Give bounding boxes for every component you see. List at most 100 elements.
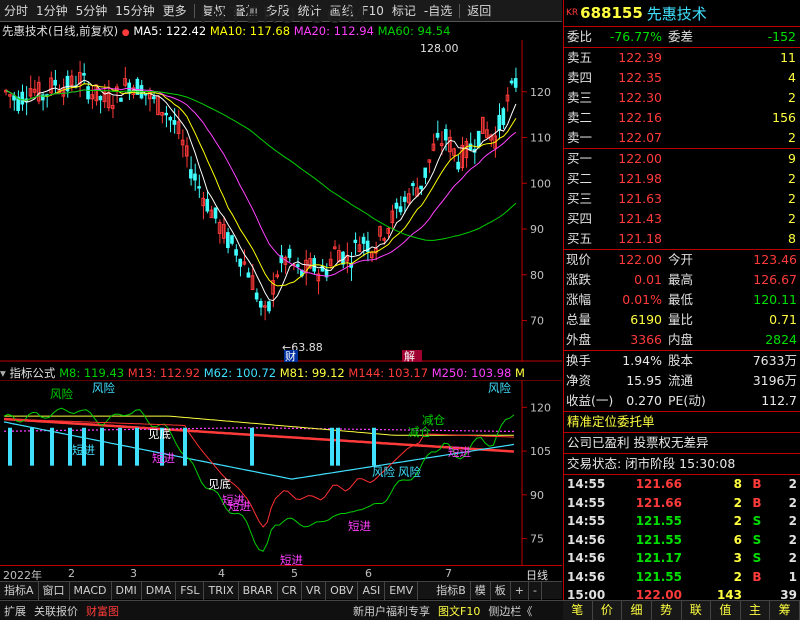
status-right-0[interactable]: 新用户福利专享 xyxy=(349,603,434,619)
stat-key: 总量 xyxy=(566,312,592,327)
bids-level[interactable]: 买四 121.43 2 xyxy=(564,209,800,229)
signal-label: 短进 xyxy=(72,443,95,457)
notice-row: 公司已盈利 投票权无差异 xyxy=(564,433,800,453)
candle-body xyxy=(476,130,481,147)
toolbar-button-11[interactable]: 标记 xyxy=(388,0,420,22)
indicator-tab-6[interactable]: TRIX xyxy=(204,582,239,600)
bids-level[interactable]: 买三 121.63 2 xyxy=(564,189,800,209)
promo-row[interactable]: 精准定位委托单 xyxy=(564,412,800,432)
asks-level[interactable]: 卖四 122.35 4 xyxy=(564,68,800,88)
candle-body xyxy=(353,239,358,243)
indicator-tab-15[interactable]: 板 xyxy=(491,582,511,600)
promo-link[interactable]: 精准定位委托单 xyxy=(567,412,655,432)
candle-body xyxy=(20,91,25,105)
asks-level[interactable]: 卖五 122.39 11 xyxy=(564,48,800,68)
indicator-tab-8[interactable]: CR xyxy=(278,582,302,600)
candle-body xyxy=(423,167,428,178)
indicator-tab-17[interactable]: - xyxy=(529,582,542,600)
status-left-0[interactable]: 扩展 xyxy=(0,603,30,619)
quote-tab-1[interactable]: 价 xyxy=(593,601,623,620)
toolbar-button-2[interactable]: 5分钟 xyxy=(72,0,112,22)
stat-key: 外盘 xyxy=(566,332,592,347)
indicator-tab-14[interactable]: 模 xyxy=(471,582,491,600)
quote-tab-0[interactable]: 笔 xyxy=(563,601,593,620)
main-kline-chart[interactable]: 708090100110120128.00←63.88财解 xyxy=(0,40,562,362)
tick-time: 14:56 xyxy=(567,551,606,565)
status-left-1[interactable]: 关联报价 xyxy=(30,603,82,619)
tick-count: 1 xyxy=(788,569,797,584)
candle-body xyxy=(402,196,407,202)
signal-bar xyxy=(135,427,139,466)
candle-body xyxy=(246,272,251,278)
ask-levels: 卖五 122.39 11 卖四 122.35 4 卖三 122.30 2 卖二 122.16 156 卖… xyxy=(564,48,800,148)
indicator-name[interactable]: 指标公式 xyxy=(9,366,55,380)
status-right-1[interactable]: 图文F10 xyxy=(434,603,484,619)
status-right-2[interactable]: 侧边栏《 xyxy=(484,603,536,619)
candle-body xyxy=(12,95,16,101)
indicator-tab-4[interactable]: DMA xyxy=(142,582,177,600)
indicator-tab-11[interactable]: ASI xyxy=(358,582,386,600)
fundamental-value: 112.7 xyxy=(761,393,797,408)
signal-bar xyxy=(372,427,376,466)
time-label: 5 xyxy=(291,567,298,580)
indicator-tab-12[interactable]: EMV xyxy=(385,582,419,600)
indicator-tab-10[interactable]: OBV xyxy=(326,582,359,600)
asks-volume: 2 xyxy=(788,90,796,105)
quote-tab-4[interactable]: 联 xyxy=(682,601,712,620)
indicator-tab-16[interactable]: + xyxy=(511,582,529,600)
indicator-tab-9[interactable]: VR xyxy=(302,582,327,600)
indicator-tab-13[interactable]: 指标B xyxy=(432,582,471,600)
time-label: 4 xyxy=(218,567,225,580)
bids-level[interactable]: 买一 122.00 9 xyxy=(564,149,800,169)
toolbar-separator xyxy=(459,3,461,18)
trade-status-row: 交易状态: 闭市阶段 15:30:08 xyxy=(564,454,800,474)
toolbar-button-1[interactable]: 1分钟 xyxy=(32,0,72,22)
quote-tab-7[interactable]: 筹 xyxy=(770,601,800,620)
candle-body xyxy=(341,251,345,265)
quote-tab-2[interactable]: 细 xyxy=(622,601,652,620)
candle-body xyxy=(193,173,197,181)
quote-tab-5[interactable]: 值 xyxy=(711,601,741,620)
candle-body xyxy=(287,248,292,258)
bids-label: 买三 xyxy=(567,191,593,206)
indicator-tab-0[interactable]: 指标A xyxy=(0,582,39,600)
stat-value: 126.67 xyxy=(753,272,797,287)
bids-level[interactable]: 买二 121.98 2 xyxy=(564,169,800,189)
indicator-tab-7[interactable]: BRAR xyxy=(239,582,278,600)
toolbar-button-0[interactable]: 分时 xyxy=(0,0,32,22)
stat-key: 今开 xyxy=(668,252,694,267)
quote-tab-6[interactable]: 主 xyxy=(741,601,771,620)
indicator-tab-5[interactable]: FSL xyxy=(176,582,205,600)
stat-row: 外盘 3366 内盘 2824 xyxy=(564,330,800,350)
bids-volume: 2 xyxy=(788,191,796,206)
fundamental-row: 换手 1.94% 股本 7633万 xyxy=(564,351,800,371)
stat-value: 6190 xyxy=(630,312,662,327)
asks-level[interactable]: 卖一 122.07 2 xyxy=(564,128,800,148)
toolbar-button-3[interactable]: 15分钟 xyxy=(111,0,158,22)
asks-volume: 11 xyxy=(780,50,796,65)
bids-price: 121.18 xyxy=(618,231,662,246)
stat-row: 涨幅 0.01% 最低 120.11 xyxy=(564,290,800,310)
candle-body xyxy=(398,206,403,213)
m62-label: M62: 100.72 xyxy=(203,366,277,380)
signal-bar xyxy=(250,427,254,466)
indicator-chart[interactable]: 7590105120风险 风险见底短进短进见底短进短进短进短进风险 风险减仓减仓短进… xyxy=(0,380,562,565)
asks-level[interactable]: 卖二 122.16 156 xyxy=(564,108,800,128)
indicator-dropdown-icon[interactable]: ▾ xyxy=(0,366,6,380)
indicator-tab-1[interactable]: 窗口 xyxy=(39,582,70,600)
indicator-tab-3[interactable]: DMI xyxy=(112,582,142,600)
ma5-label: MA5: 122.42 xyxy=(133,24,207,38)
candle-body xyxy=(419,185,423,190)
asks-label: 卖二 xyxy=(567,110,593,125)
toolbar-button-12[interactable]: -自选 xyxy=(420,0,456,22)
stat-value: 3366 xyxy=(630,332,662,347)
toolbar-button-13[interactable]: 返回 xyxy=(463,0,495,22)
fundamental-value: 1.94% xyxy=(622,353,662,368)
status-left-2[interactable]: 财富图 xyxy=(82,603,123,619)
asks-level[interactable]: 卖三 122.30 2 xyxy=(564,88,800,108)
bids-level[interactable]: 买五 121.18 8 xyxy=(564,229,800,249)
toolbar-button-4[interactable]: 更多 xyxy=(159,0,191,22)
quote-tab-3[interactable]: 势 xyxy=(652,601,682,620)
tick-volume: 3 xyxy=(733,551,742,565)
indicator-tab-2[interactable]: MACD xyxy=(70,582,112,600)
